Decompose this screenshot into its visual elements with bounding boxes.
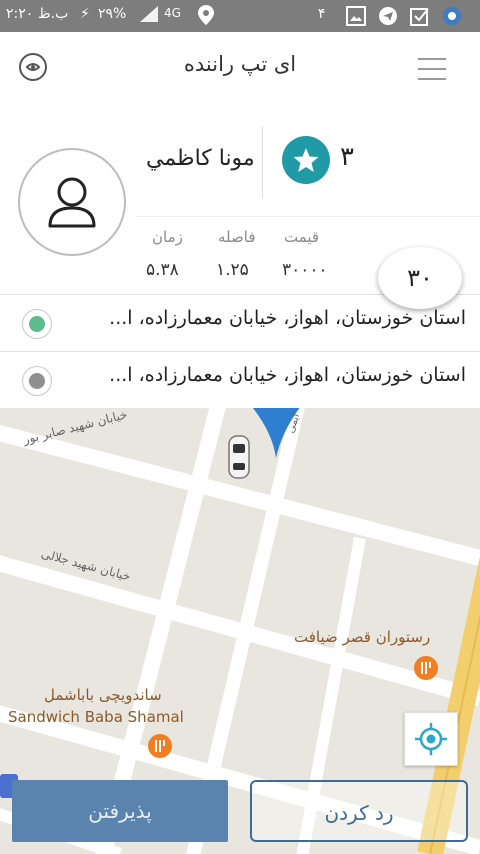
destination-address: استان خوزستان، اهواز، خیابان معمارزاده، … — [109, 364, 466, 386]
price-value: ۳۰۰۰۰ — [282, 260, 328, 280]
price-label: قیمت — [284, 228, 320, 246]
poi-label: ساندویچی باباشمل — [44, 686, 162, 704]
reject-button[interactable]: رد کردن — [250, 780, 468, 842]
location-icon — [196, 4, 216, 30]
checkbox-icon — [410, 6, 430, 30]
car-icon — [228, 435, 250, 479]
user-icon — [48, 177, 96, 228]
poi-label: Sandwich Baba Shamal — [8, 708, 184, 726]
restaurant-marker — [414, 656, 438, 680]
status-time: ۲:۲۰ ب.ظ — [6, 6, 69, 22]
page-title: ای تپ راننده — [183, 52, 297, 76]
status-bar: ۲:۲۰ ب.ظ ⚡ ۲۹% 4G ۴ — [0, 0, 480, 32]
battery-icon: ⚡ — [80, 6, 90, 22]
menu-icon[interactable] — [418, 58, 446, 82]
crosshair-icon — [415, 723, 447, 755]
restaurant-marker — [148, 734, 172, 758]
star-icon — [282, 136, 330, 184]
network-type: 4G — [164, 6, 181, 20]
origin-dot-icon — [22, 309, 52, 339]
distance-value: ۱.۲۵ — [216, 260, 249, 280]
avatar — [18, 148, 126, 256]
gallery-icon — [346, 6, 366, 30]
telegram-icon — [378, 6, 398, 30]
destination-address-row[interactable]: استان خوزستان، اهواز، خیابان معمارزاده، … — [0, 351, 480, 408]
time-value: ۵.۳۸ — [146, 260, 179, 280]
origin-address: استان خوزستان، اهواز، خیابان معمارزاده، … — [109, 307, 466, 329]
signal-icon — [138, 4, 160, 28]
destination-dot-icon — [22, 366, 52, 396]
accept-button[interactable]: پذیرفتن — [12, 780, 228, 842]
app-shield-icon — [442, 6, 462, 30]
poi-label: رستوران قصر ضیافت — [294, 628, 431, 646]
battery-level: ۲۹% — [98, 6, 127, 22]
passenger-rating: ۳ — [340, 142, 354, 172]
notification-count: ۴ — [318, 6, 326, 22]
eta-badge: ۳۰ — [378, 247, 462, 309]
passenger-name: مونا کاظمي — [146, 146, 255, 171]
app-bar: ای تپ راننده — [0, 32, 480, 105]
divider — [262, 126, 263, 198]
divider — [136, 216, 480, 217]
time-label: زمان — [152, 228, 183, 246]
my-location-button[interactable] — [404, 712, 458, 766]
distance-label: فاصله — [218, 228, 256, 246]
